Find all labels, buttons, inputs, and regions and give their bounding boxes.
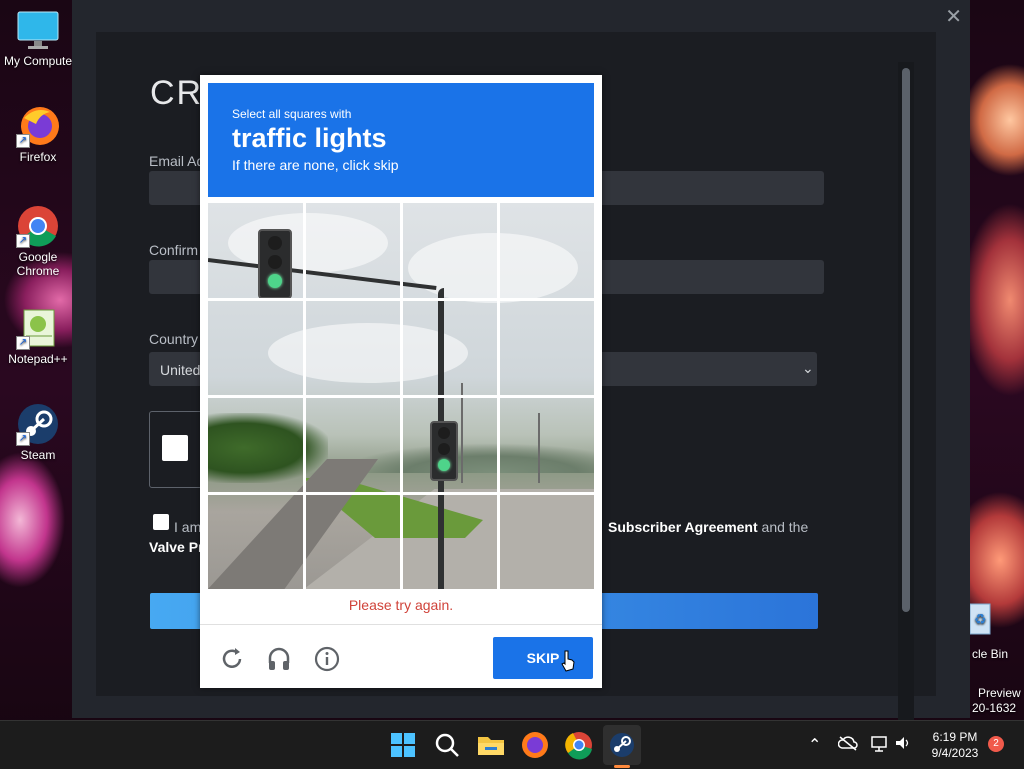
hand-cursor-icon: [560, 649, 576, 678]
shortcut-arrow-icon: ↗: [16, 432, 30, 446]
desktop-icon-label: My Compute: [3, 54, 73, 68]
desktop-icon-notepadpp[interactable]: ↗ Notepad++: [2, 306, 74, 366]
cloud-offline-icon[interactable]: [837, 735, 858, 756]
agree-line: Subscriber Agreement and the: [608, 519, 808, 535]
network-icon[interactable]: [870, 735, 890, 758]
desktop-icon-firefox[interactable]: ↗ Firefox: [2, 104, 74, 164]
steam-icon: ↗: [16, 402, 60, 446]
captcha-error: Please try again.: [348, 597, 454, 613]
watermark-preview: Preview: [978, 686, 1021, 700]
info-icon[interactable]: [313, 645, 341, 673]
divider: [200, 624, 602, 625]
agree-suffix: and the: [757, 519, 809, 535]
audio-icon[interactable]: [265, 645, 293, 673]
volume-icon[interactable]: [894, 735, 912, 756]
skip-button[interactable]: SKIP: [493, 637, 593, 679]
file-explorer-icon[interactable]: [475, 729, 507, 761]
captcha-popup: Select all squares with traffic lights I…: [200, 75, 602, 688]
desktop-icon-chrome[interactable]: ↗ Google Chrome: [2, 204, 74, 278]
chevron-up-icon[interactable]: ⌃: [808, 735, 821, 755]
watermark-build: 20-1632: [972, 701, 1017, 715]
confirm-email-label: Confirm: [149, 242, 199, 258]
search-icon[interactable]: [431, 729, 463, 761]
notepadpp-icon: ↗: [16, 306, 60, 350]
privacy-link-line: Valve Pr: [149, 539, 204, 555]
captcha-image-grid[interactable]: [208, 203, 594, 589]
desktop-icon-label: Google Chrome: [16, 250, 60, 278]
system-clock[interactable]: 6:19 PM 9/4/2023: [920, 729, 990, 761]
steam-icon[interactable]: [606, 729, 638, 761]
clock-date: 9/4/2023: [931, 746, 979, 760]
chevron-down-icon: ⌄: [802, 360, 814, 376]
notification-badge[interactable]: 2: [988, 736, 1004, 752]
scrollbar-thumb[interactable]: [902, 68, 910, 612]
shortcut-arrow-icon: ↗: [16, 234, 30, 248]
traffic-light: [258, 229, 292, 299]
svg-text:♻: ♻: [974, 611, 987, 627]
desktop-icon-steam[interactable]: ↗ Steam: [2, 402, 74, 462]
country-label: Country: [149, 331, 199, 347]
shortcut-arrow-icon: ↗: [16, 336, 30, 350]
close-icon[interactable]: ✕: [945, 4, 962, 29]
page-title: CR: [150, 74, 204, 112]
windows-start-icon[interactable]: [387, 729, 419, 761]
chrome-icon[interactable]: [563, 729, 595, 761]
email-label: Email Ad: [149, 153, 205, 169]
taskbar: ⌃ 6:19 PM 9/4/2023 2: [0, 720, 1024, 769]
desktop-icon-my-computer[interactable]: My Compute: [2, 8, 74, 68]
desktop-icon-label: Firefox: [19, 150, 57, 164]
captcha-hint: If there are none, click skip: [232, 157, 399, 173]
desktop-icon-label: Steam: [20, 448, 56, 462]
shortcut-arrow-icon: ↗: [16, 134, 30, 148]
country-value: United: [160, 362, 201, 378]
captcha-instruction: Select all squares with: [232, 107, 352, 121]
monitor-icon: [16, 8, 60, 52]
valve-privacy-link[interactable]: Valve Pr: [149, 539, 204, 555]
traffic-light: [430, 421, 458, 481]
clock-time: 6:19 PM: [932, 730, 978, 744]
captcha-header: Select all squares with traffic lights I…: [208, 83, 594, 197]
reload-icon[interactable]: [218, 645, 246, 673]
captcha-checkbox[interactable]: [162, 435, 188, 461]
firefox-icon: ↗: [16, 104, 60, 148]
recycle-bin-icon[interactable]: ♻: [966, 600, 994, 639]
captcha-target: traffic lights: [232, 123, 387, 153]
agree-prefix: I am: [174, 519, 202, 535]
agree-checkbox[interactable]: [153, 514, 169, 530]
firefox-icon[interactable]: [519, 729, 551, 761]
chrome-icon: ↗: [16, 204, 60, 248]
desktop-icon-label: Notepad++: [8, 352, 68, 366]
recycle-bin-label: cle Bin: [972, 647, 1009, 661]
subscriber-agreement-link[interactable]: Subscriber Agreement: [608, 519, 758, 535]
